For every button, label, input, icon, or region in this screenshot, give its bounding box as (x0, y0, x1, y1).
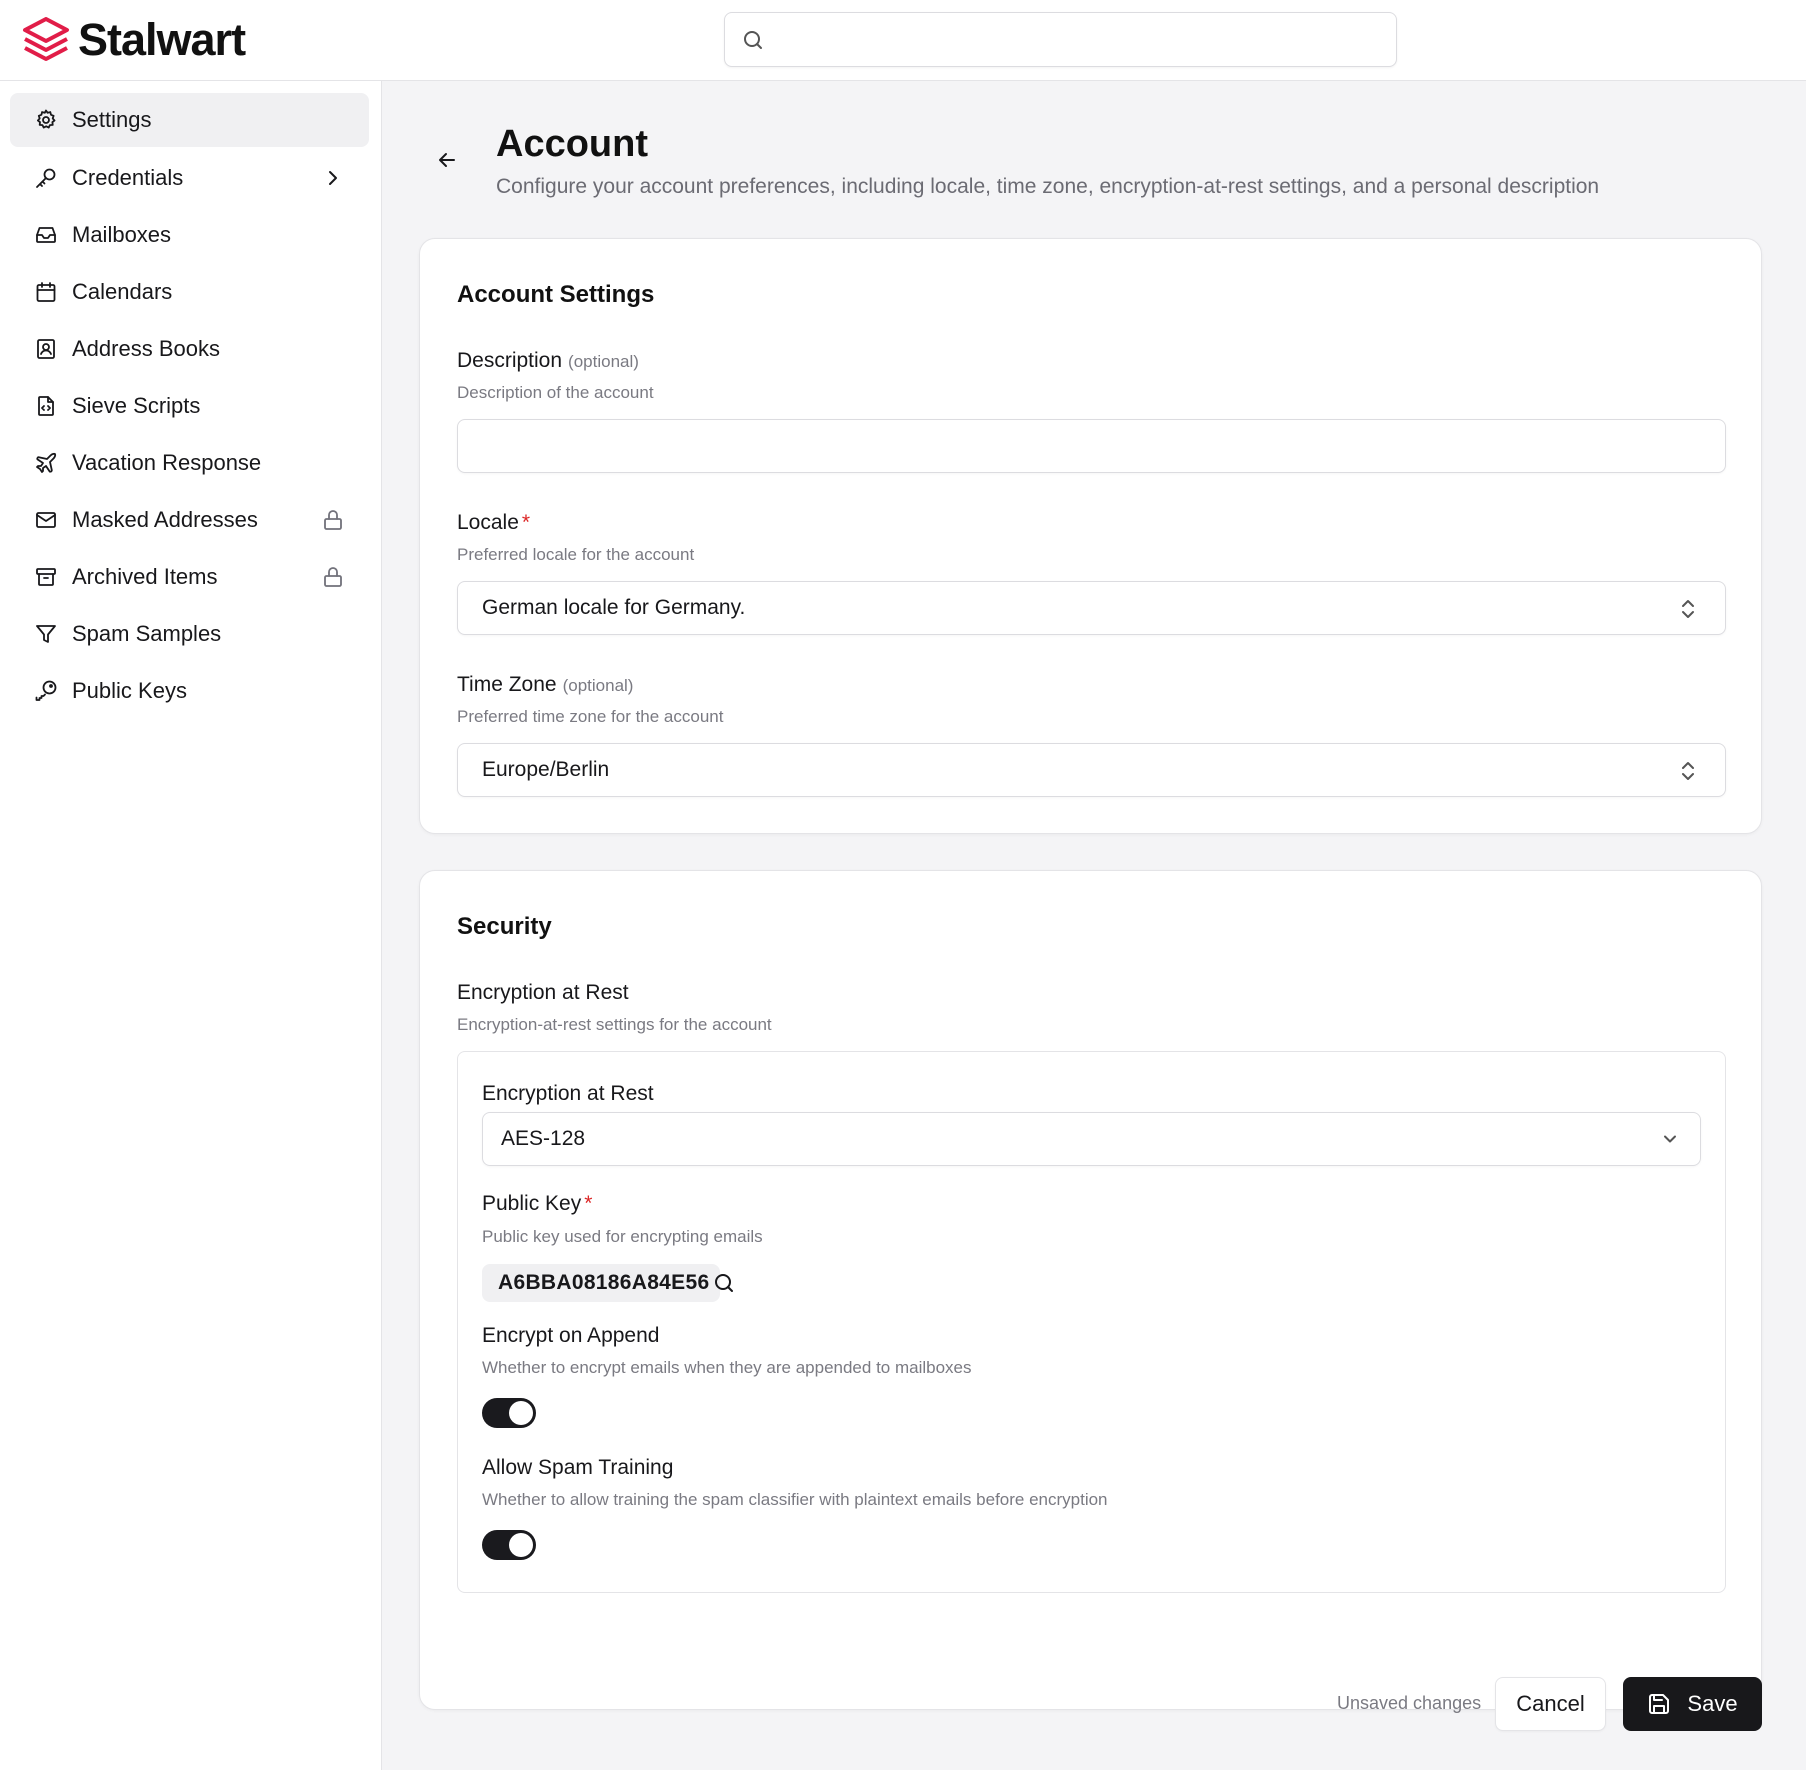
contact-book-icon (34, 337, 58, 361)
search-icon[interactable] (712, 1271, 736, 1295)
main-content: Account Configure your account preferenc… (382, 81, 1806, 1770)
mail-icon (34, 508, 58, 532)
encrypt-on-append-toggle[interactable] (482, 1398, 536, 1428)
plane-icon (34, 451, 58, 475)
sidebar-item-address-books[interactable]: Address Books (10, 322, 369, 376)
unsaved-changes-status: Unsaved changes (1337, 1693, 1482, 1713)
sidebar-item-calendars[interactable]: Calendars (10, 265, 369, 319)
sidebar-item-label: Archived Items (72, 564, 218, 589)
sidebar-item-mailboxes[interactable]: Mailboxes (10, 208, 369, 262)
filter-icon (34, 622, 58, 646)
stalwart-logo-icon (23, 17, 69, 61)
save-button[interactable]: Save (1623, 1677, 1762, 1731)
encryption-settings-box: Encryption at Rest AES-128 Public Key * P… (457, 1051, 1726, 1593)
search-input[interactable] (765, 13, 1396, 66)
sidebar-item-spam-samples[interactable]: Spam Samples (10, 607, 369, 661)
app-logo[interactable]: Stalwart (22, 14, 246, 66)
sidebar-item-sieve-scripts[interactable]: Sieve Scripts (10, 379, 369, 433)
card-title: Account Settings (457, 281, 655, 308)
code-file-icon (34, 394, 58, 418)
chevron-right-icon (329, 171, 337, 185)
key-icon (34, 166, 58, 190)
lock-icon (324, 510, 342, 530)
sidebar-item-label: Settings (72, 107, 152, 132)
sidebar-item-archived-items[interactable]: Archived Items (10, 550, 369, 604)
public-key-chip[interactable]: A6BBA08186A84E56 (482, 1264, 721, 1302)
sidebar-item-public-keys[interactable]: Public Keys (10, 664, 369, 718)
locale-label: Locale * (457, 511, 531, 534)
locale-value: German locale for Germany. (482, 596, 746, 619)
sidebar-item-label: Calendars (72, 279, 173, 304)
allow-spam-training-toggle[interactable] (482, 1530, 536, 1560)
chevrons-up-down-icon (1682, 762, 1694, 780)
public-key-label: Public Key * (482, 1192, 593, 1215)
inbox-icon (34, 223, 58, 247)
allow-spam-training-hint: Whether to allow training the spam class… (482, 1490, 1108, 1509)
encrypt-on-append-hint: Whether to encrypt emails when they are … (482, 1358, 972, 1377)
description-hint: Description of the account (457, 383, 654, 402)
description-input[interactable] (458, 420, 1725, 472)
top-bar: Stalwart (0, 0, 1806, 81)
sidebar-item-label: Masked Addresses (72, 507, 258, 532)
chevrons-up-down-icon (1682, 600, 1694, 618)
lock-icon (324, 567, 342, 587)
security-card: Security Encryption at Rest Encryption-a… (419, 870, 1762, 1710)
page-subtitle: Configure your account preferences, incl… (496, 175, 1600, 198)
sidebar-item-masked-addresses[interactable]: Masked Addresses (10, 493, 369, 547)
encryption-label: Encryption at Rest (457, 981, 629, 1004)
timezone-hint: Preferred time zone for the account (457, 707, 724, 726)
card-title: Security (457, 913, 552, 940)
sidebar-item-label: Spam Samples (72, 621, 222, 646)
allow-spam-training-label: Allow Spam Training (482, 1456, 674, 1479)
sidebar-item-label: Mailboxes (72, 222, 172, 247)
timezone-label: Time Zone (optional) (457, 673, 634, 696)
encryption-hint: Encryption-at-rest settings for the acco… (457, 1015, 772, 1034)
description-label: Description (optional) (457, 349, 639, 372)
page-title: Account (496, 123, 648, 165)
sidebar: Settings Credentials Mailboxes Calendars… (0, 81, 382, 1770)
chevron-down-icon (1664, 1135, 1676, 1143)
key-round-icon (34, 679, 58, 703)
sidebar-item-label: Sieve Scripts (72, 393, 201, 418)
timezone-select[interactable]: Europe/Berlin (457, 743, 1726, 797)
locale-select[interactable]: German locale for Germany. (457, 581, 1726, 635)
encryption-type-label: Encryption at Rest (482, 1082, 654, 1105)
encrypt-on-append-label: Encrypt on Append (482, 1324, 660, 1347)
sidebar-item-credentials[interactable]: Credentials (10, 151, 369, 205)
save-icon (1649, 1694, 1670, 1714)
encryption-type-select[interactable]: AES-128 (482, 1112, 1701, 1166)
back-button[interactable] (432, 145, 462, 175)
sidebar-item-label: Credentials (72, 165, 184, 190)
sidebar-item-label: Vacation Response (72, 450, 262, 475)
sidebar-item-settings[interactable]: Settings (10, 93, 369, 147)
timezone-value: Europe/Berlin (482, 758, 610, 781)
encryption-type-value: AES-128 (501, 1127, 586, 1150)
arrow-left-icon (439, 153, 455, 167)
account-settings-card: Account Settings Description (optional) D… (419, 238, 1762, 834)
calendar-icon (34, 280, 58, 304)
search-icon (744, 30, 762, 49)
sidebar-item-label: Address Books (72, 336, 220, 361)
app-name: Stalwart (78, 14, 246, 65)
sidebar-item-label: Public Keys (72, 678, 187, 703)
locale-hint: Preferred locale for the account (457, 545, 695, 564)
public-key-hint: Public key used for encrypting emails (482, 1227, 763, 1246)
cancel-button[interactable]: Cancel (1495, 1677, 1606, 1731)
save-label: Save (1687, 1691, 1738, 1716)
search-box[interactable] (724, 12, 1397, 67)
gear-icon (34, 108, 58, 132)
archive-icon (34, 565, 58, 589)
sidebar-item-vacation-response[interactable]: Vacation Response (10, 436, 369, 490)
description-field (457, 419, 1726, 473)
